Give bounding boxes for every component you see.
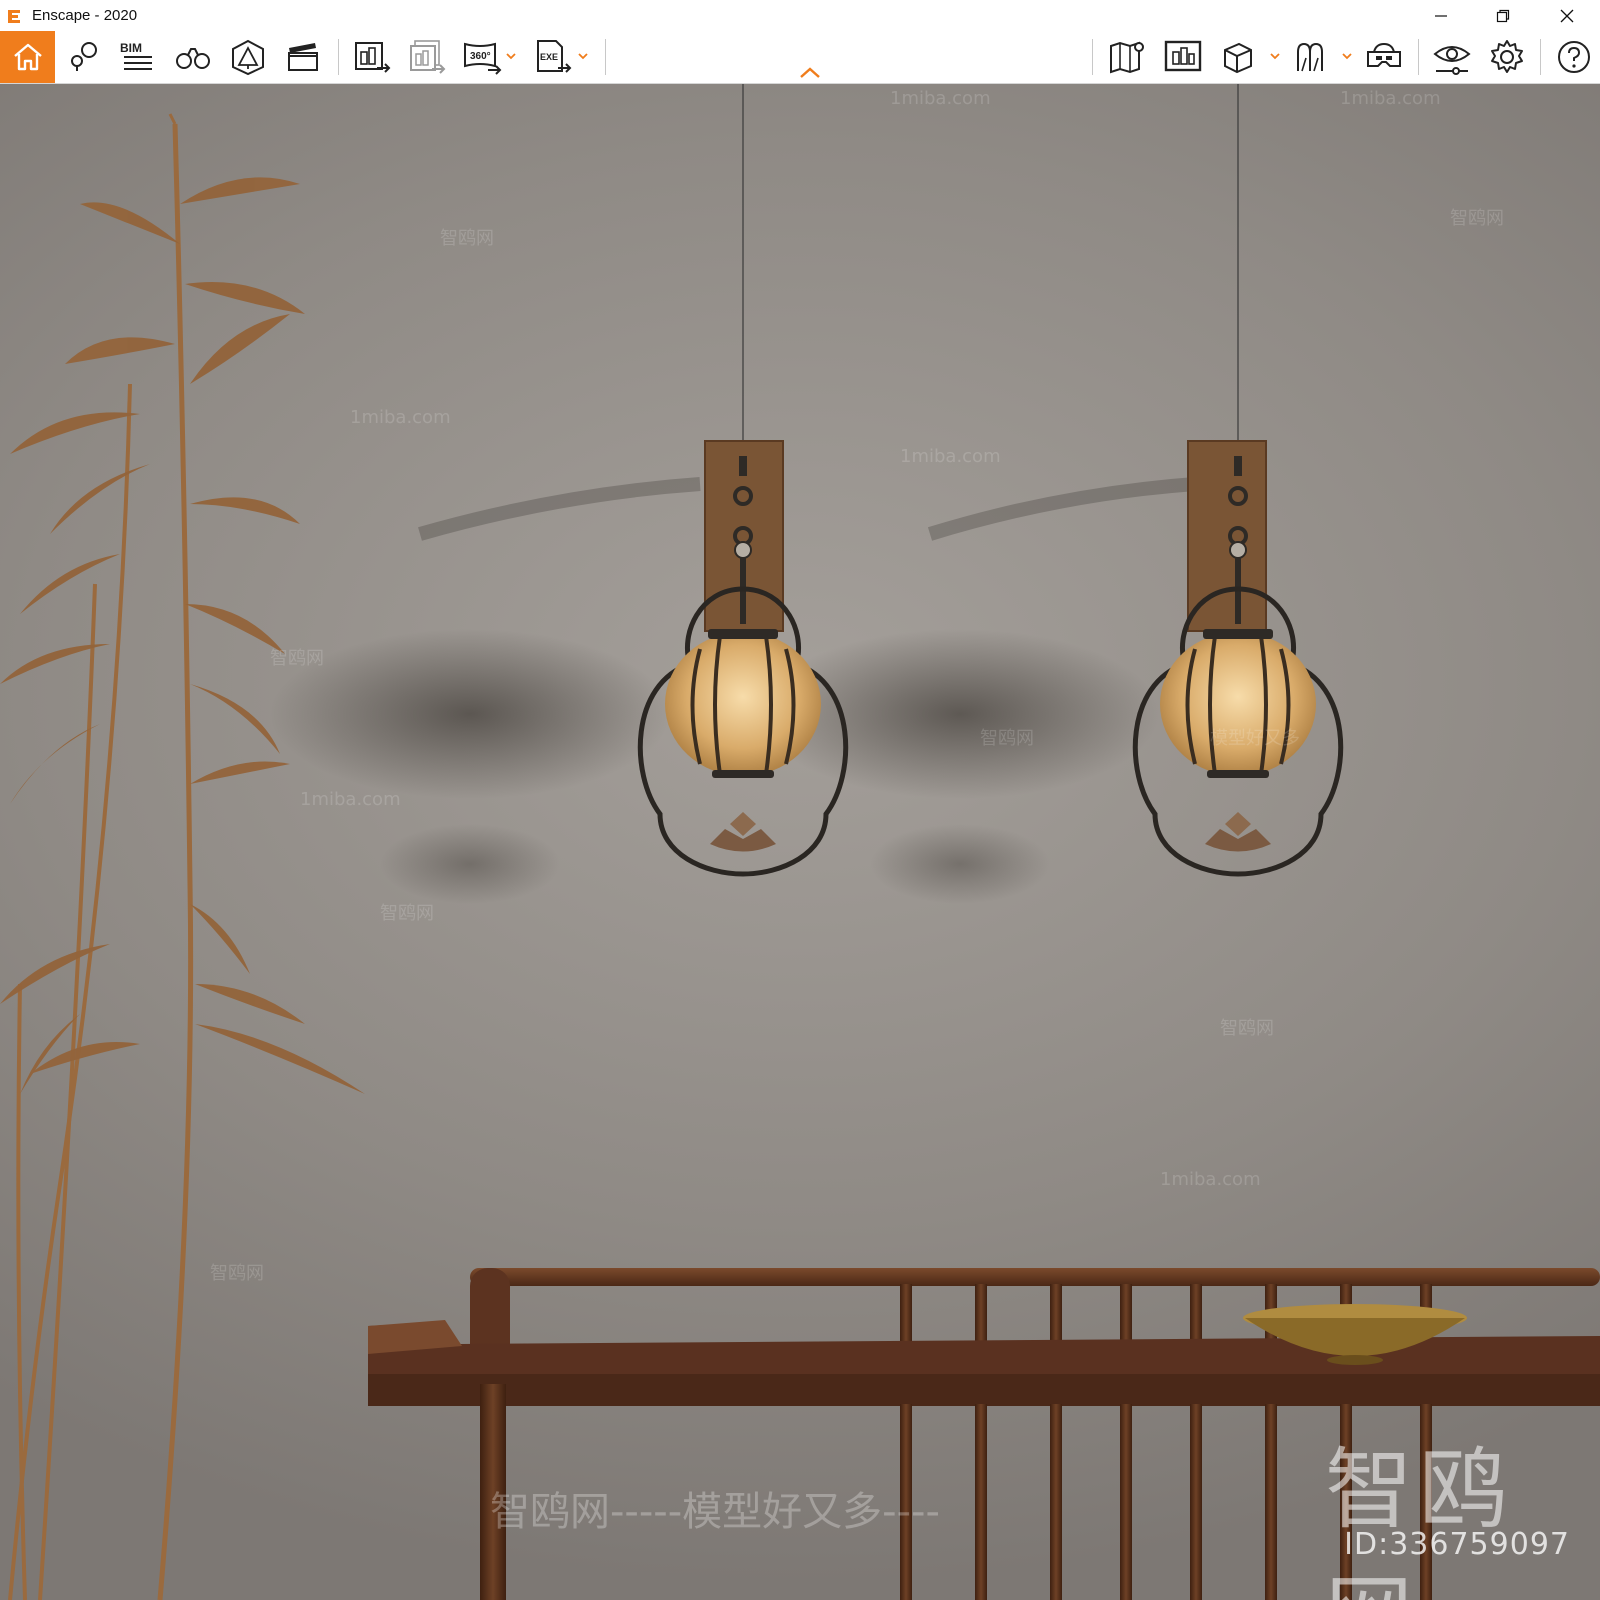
render-image-button[interactable]	[349, 35, 397, 79]
sun-button[interactable]	[224, 35, 272, 79]
annotation-button[interactable]	[59, 35, 107, 79]
bracket-shadow	[927, 477, 1196, 541]
watermark-text: 1miba.com	[350, 407, 451, 428]
watermark-slogan: 智鸥网-----模型好又多----	[490, 1489, 940, 1535]
walk-mode-button[interactable]	[169, 35, 217, 79]
watermark-text: 智鸥网	[210, 1263, 264, 1284]
binoculars-icon	[176, 48, 210, 69]
export-exe-icon: EXE	[537, 40, 572, 73]
lamp-shadow	[380, 824, 560, 904]
restore-icon	[1496, 9, 1510, 22]
eye-settings-icon	[1433, 46, 1471, 75]
batch-render-icon	[410, 40, 446, 74]
objects-button[interactable]	[1214, 35, 1262, 79]
home-icon	[13, 43, 42, 71]
bim-button[interactable]: BIM	[114, 35, 162, 79]
minimize-button[interactable]	[1418, 0, 1464, 31]
watermark-brand: 智鸥网	[1325, 1438, 1514, 1600]
asset-library-button[interactable]	[1287, 35, 1335, 79]
bamboo-plant	[0, 113, 365, 1600]
chevron-down-icon	[578, 52, 588, 59]
render-viewport[interactable]: 1miba.com 1miba.com 智鸥网 智鸥网 1miba.com 1m…	[0, 84, 1600, 1600]
chevron-down-icon	[1270, 52, 1280, 59]
watermark-id: ID:336759097	[1344, 1527, 1570, 1562]
chevron-down-icon	[1342, 52, 1352, 59]
minimize-icon	[1435, 14, 1447, 17]
bim-label: BIM	[120, 41, 142, 55]
close-button[interactable]	[1544, 0, 1590, 31]
clapperboard-icon	[288, 43, 318, 71]
map-button[interactable]	[1104, 35, 1152, 79]
asset-library-icon	[1297, 42, 1323, 72]
watermark-text: 智鸥网	[380, 903, 434, 924]
watermark-text: 智鸥网	[1220, 1018, 1274, 1039]
restore-button[interactable]	[1480, 0, 1526, 31]
screenshot-icon	[1164, 40, 1202, 72]
toolbar-separator	[338, 39, 339, 75]
watermark-text: 智鸥网	[980, 728, 1034, 749]
close-icon	[1560, 9, 1574, 22]
title-bar: Enscape - 2020	[0, 0, 1600, 31]
watermark-text: 模型好又多	[1210, 728, 1300, 749]
watermark-text: 1miba.com	[900, 446, 1001, 467]
view-management-button[interactable]	[1159, 35, 1207, 79]
lamp-shadow	[870, 824, 1050, 904]
toolbar-separator	[605, 39, 606, 75]
watermark-text: 1miba.com	[1160, 1169, 1261, 1190]
settings-button[interactable]	[1483, 35, 1531, 79]
chevron-up-icon	[800, 67, 820, 78]
wall-lamp-right	[1132, 84, 1344, 877]
toolbar: BIM 360° EXE	[0, 31, 1600, 84]
help-icon	[1558, 41, 1590, 73]
watermark-text: 智鸥网	[270, 648, 324, 669]
asset-library-dropdown[interactable]	[1341, 49, 1353, 63]
enscape-logo-icon	[8, 10, 20, 23]
vr-headset-button[interactable]	[1360, 35, 1408, 79]
watermark-text: 智鸥网	[440, 228, 494, 249]
cube-icon	[1224, 42, 1252, 74]
watermark-text: 1miba.com	[300, 789, 401, 810]
window-title: Enscape - 2020	[32, 7, 138, 24]
home-button[interactable]	[0, 31, 55, 83]
chevron-down-icon	[506, 52, 516, 59]
gear-icon	[1491, 40, 1523, 73]
panorama-360-icon: 360°	[464, 42, 502, 75]
watermark-text: 1miba.com	[890, 88, 991, 109]
render-image-icon	[355, 42, 391, 73]
map-icon	[1110, 41, 1144, 74]
scene-render	[0, 84, 1600, 1600]
watermark-text: 智鸥网	[1450, 208, 1504, 229]
export-dropdown[interactable]	[577, 49, 589, 63]
vr-headset-icon	[1367, 42, 1401, 67]
sun-triangle-icon	[232, 39, 264, 76]
toolbar-separator	[1540, 39, 1541, 75]
objects-dropdown[interactable]	[1269, 49, 1281, 63]
exe-label: EXE	[540, 52, 558, 62]
watermark-text: 1miba.com	[1340, 88, 1441, 109]
export-exe-button[interactable]: EXE	[530, 35, 578, 79]
panorama-dropdown[interactable]	[505, 49, 517, 63]
visual-settings-button[interactable]	[1428, 35, 1476, 79]
panorama-button[interactable]: 360°	[459, 35, 507, 79]
bracket-shadow	[418, 477, 701, 541]
batch-render-button[interactable]	[404, 35, 452, 79]
panorama-label: 360°	[470, 51, 491, 62]
help-button[interactable]	[1550, 35, 1598, 79]
video-editor-button[interactable]	[279, 35, 327, 79]
toolbar-separator	[1418, 39, 1419, 75]
lamp-shadow	[270, 629, 670, 799]
pin-annotation-icon	[71, 42, 97, 71]
toolbar-separator	[1092, 39, 1093, 75]
collapse-toolbar-button[interactable]	[798, 66, 822, 80]
